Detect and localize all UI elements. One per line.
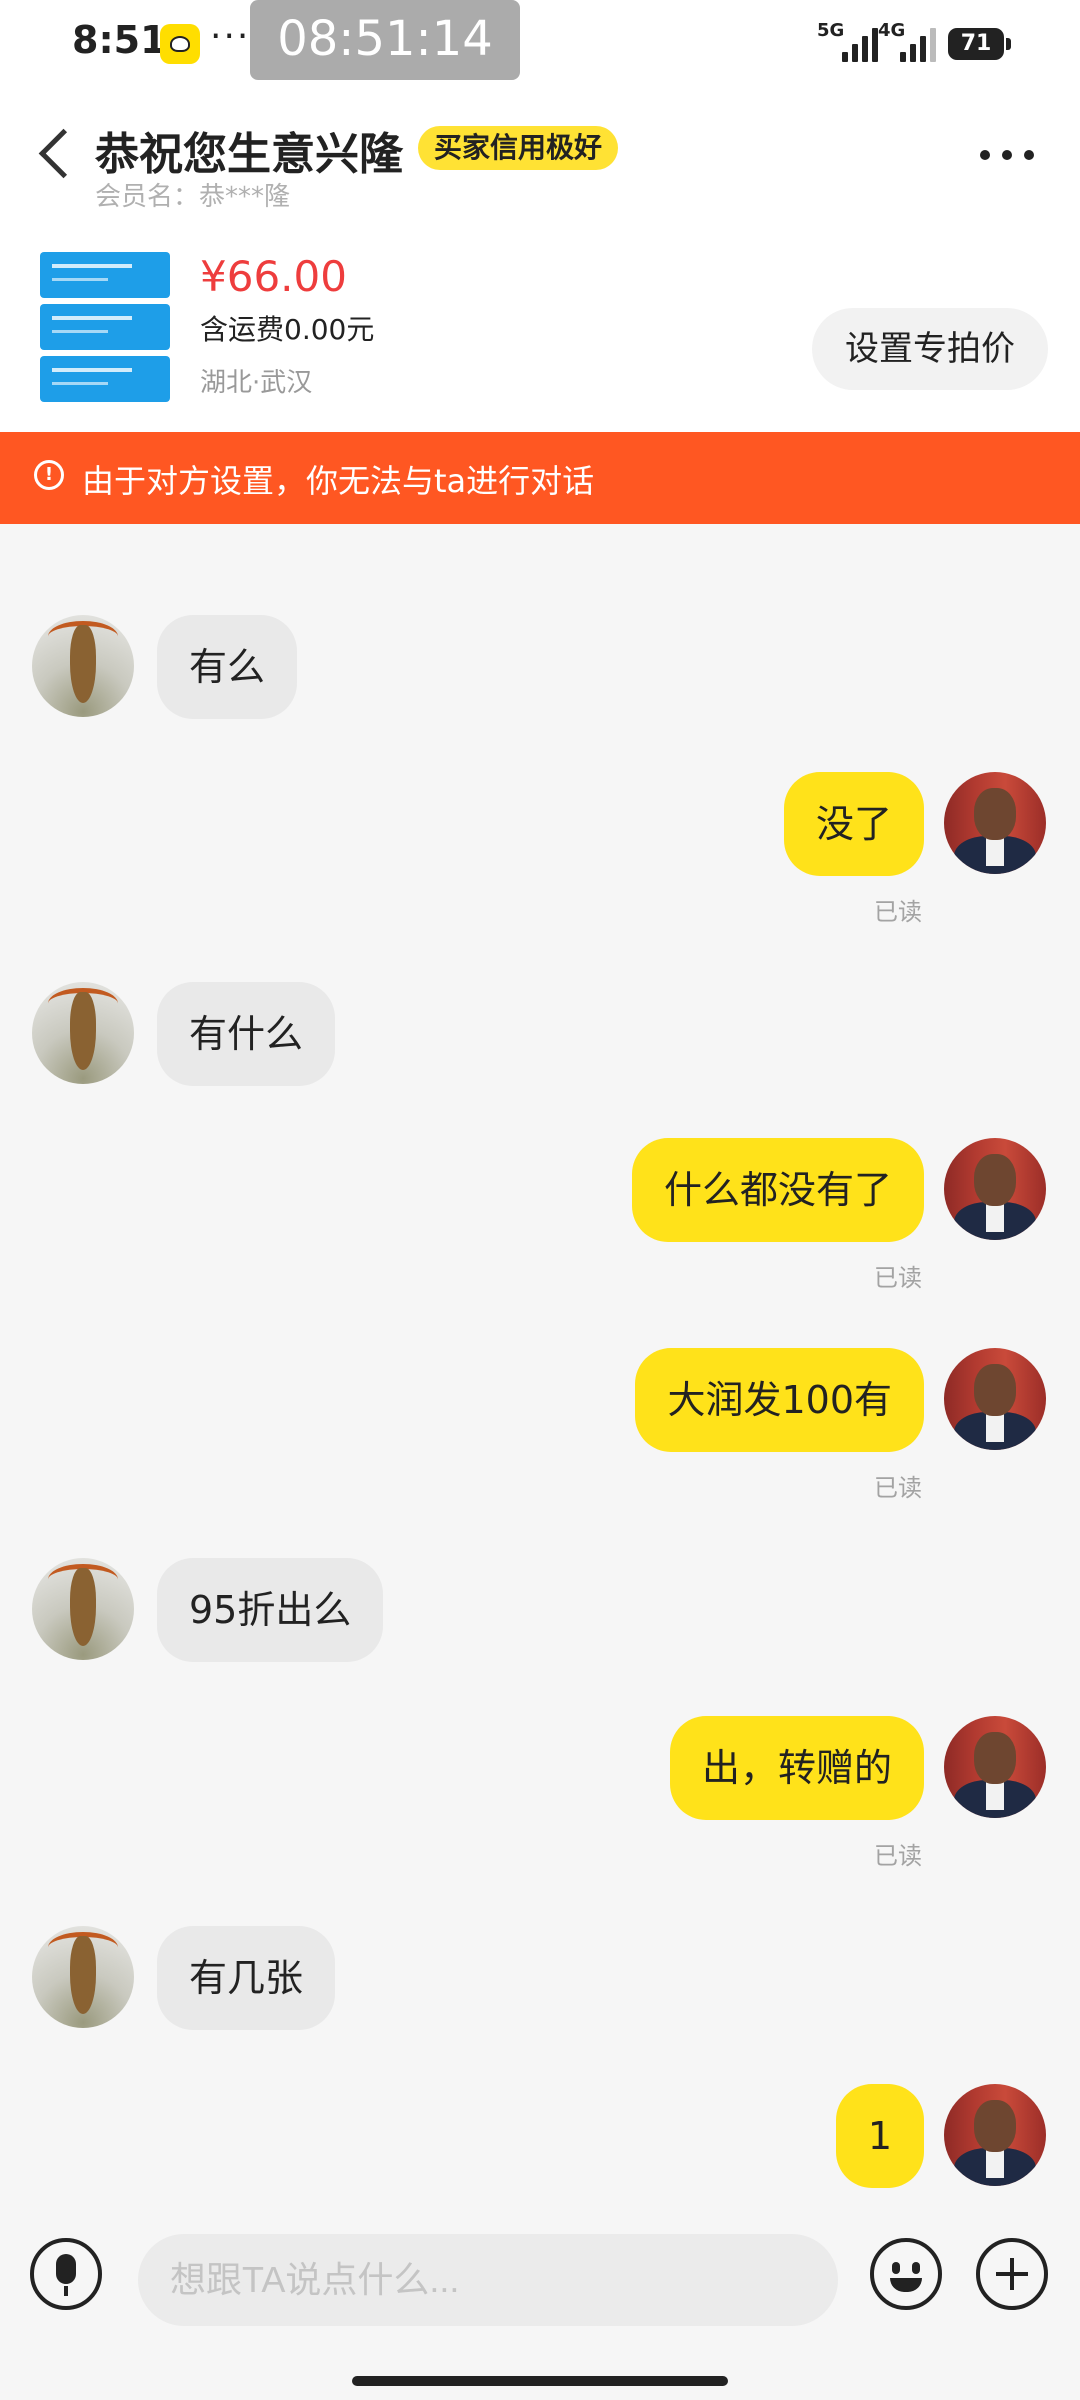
signal-4g-icon xyxy=(900,24,936,62)
message-bubble-incoming[interactable]: 有几张 xyxy=(157,1926,336,2030)
status-time: 8:51 xyxy=(72,18,167,62)
seller-avatar[interactable] xyxy=(944,1716,1046,1818)
message-bubble-outgoing[interactable]: 大润发100有 xyxy=(635,1348,924,1452)
plus-icon[interactable] xyxy=(976,2238,1048,2310)
back-icon[interactable] xyxy=(38,128,89,179)
product-thumbnail[interactable] xyxy=(36,246,174,406)
emoji-icon[interactable] xyxy=(870,2238,942,2310)
blocked-banner: ! 由于对方设置，你无法与ta进行对话 xyxy=(0,432,1080,524)
status-overflow-dots: ··· xyxy=(210,16,251,57)
message-bubble-incoming[interactable]: 有什么 xyxy=(157,982,336,1086)
shipping-fee: 含运费0.00元 xyxy=(200,313,375,346)
message-bubble-incoming[interactable]: 95折出么 xyxy=(157,1558,384,1662)
message-bubble-outgoing[interactable]: 什么都没有了 xyxy=(631,1138,924,1242)
buyer-avatar[interactable] xyxy=(32,1558,134,1660)
seller-avatar[interactable] xyxy=(944,772,1046,874)
chat-title: 恭祝您生意兴隆 xyxy=(95,129,403,180)
read-status: 已读 xyxy=(874,1474,922,1502)
message-bubble-outgoing[interactable]: 1 xyxy=(835,2084,924,2188)
seller-avatar[interactable] xyxy=(944,1138,1046,1240)
microphone-icon[interactable] xyxy=(30,2238,102,2310)
product-card[interactable]: ¥66.00 含运费0.00元 湖北·武汉 设置专拍价 xyxy=(0,216,1080,432)
buyer-avatar[interactable] xyxy=(32,1926,134,2028)
battery-icon: 71 xyxy=(948,28,1011,60)
screen-clock-overlay: 08:51:14 xyxy=(250,0,520,80)
signal-5g-icon xyxy=(842,24,878,62)
product-location: 湖北·武汉 xyxy=(200,368,313,398)
message-bubble-outgoing[interactable]: 没了 xyxy=(783,772,924,876)
more-icon[interactable] xyxy=(980,150,1034,160)
member-name: 会员名：恭***隆 xyxy=(95,182,291,212)
status-bar: 8:51 ··· 08:51:14 5G 4G 71 xyxy=(0,0,1080,86)
message-bubble-outgoing[interactable]: 出，转赠的 xyxy=(669,1716,924,1820)
buyer-avatar[interactable] xyxy=(32,982,134,1084)
chat-header: 恭祝您生意兴隆 买家信用极好 会员名：恭***隆 xyxy=(0,86,1080,216)
message-bubble-incoming[interactable]: 有么 xyxy=(157,615,298,719)
network-label-5g: 5G xyxy=(817,20,845,41)
set-special-price-button[interactable]: 设置专拍价 xyxy=(812,308,1048,390)
input-bar xyxy=(0,2214,1080,2400)
read-status: 已读 xyxy=(874,1264,922,1292)
buyer-avatar[interactable] xyxy=(32,615,134,717)
warning-icon: ! xyxy=(34,460,64,490)
seller-avatar[interactable] xyxy=(944,1348,1046,1450)
message-input[interactable] xyxy=(138,2234,838,2326)
credit-badge: 买家信用极好 xyxy=(418,126,619,170)
banner-text: 由于对方设置，你无法与ta进行对话 xyxy=(82,462,595,500)
app-notification-icon xyxy=(160,24,200,64)
read-status: 已读 xyxy=(874,898,922,926)
product-price: ¥66.00 xyxy=(200,252,347,301)
seller-avatar[interactable] xyxy=(944,2084,1046,2186)
read-status: 已读 xyxy=(874,1842,922,1870)
home-indicator[interactable] xyxy=(352,2376,728,2386)
